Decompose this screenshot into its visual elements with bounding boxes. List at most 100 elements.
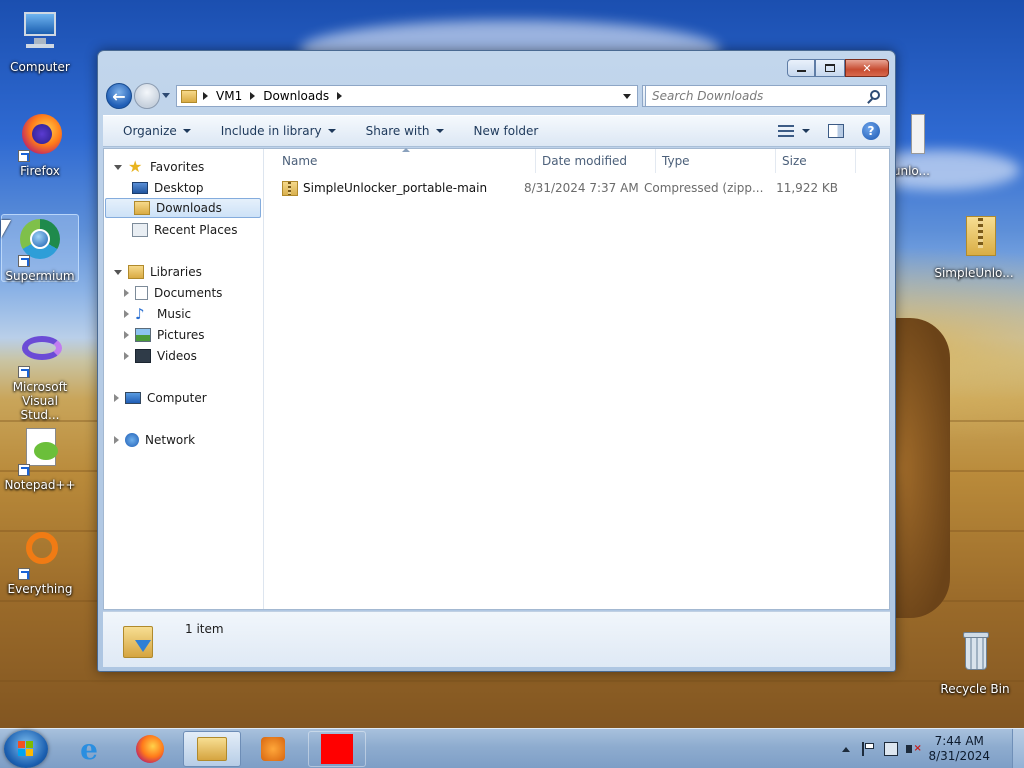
- clock[interactable]: 7:44 AM 8/31/2024: [928, 734, 990, 764]
- expand-arrow-icon[interactable]: [124, 352, 129, 360]
- desktop-icon-firefox[interactable]: Firefox: [1, 112, 79, 178]
- expand-arrow-icon[interactable]: [114, 269, 122, 275]
- expand-arrow-icon[interactable]: [114, 164, 122, 170]
- red-square-icon: [321, 734, 353, 764]
- new-folder-button[interactable]: New folder: [474, 124, 539, 138]
- desktop-icon-computer[interactable]: Computer: [1, 8, 79, 74]
- address-dropdown[interactable]: [623, 94, 631, 99]
- back-arrow-icon: ←: [112, 86, 126, 106]
- clock-date: 8/31/2024: [928, 749, 990, 763]
- back-button[interactable]: ←: [106, 83, 132, 109]
- computer-icon: [125, 392, 141, 404]
- column-date-modified[interactable]: Date modified: [536, 149, 656, 173]
- nav-recent-places[interactable]: Recent Places: [104, 220, 262, 240]
- file-type: Compressed (zipp...: [644, 181, 764, 195]
- close-button[interactable]: ✕: [845, 59, 889, 77]
- search-input[interactable]: Search Downloads: [645, 85, 887, 107]
- nav-videos[interactable]: Videos: [104, 346, 262, 366]
- nav-music[interactable]: ♪ Music: [104, 304, 262, 324]
- file-list[interactable]: Name Date modified Type Size SimpleUnloc…: [264, 148, 889, 609]
- desktop-icon-simpleunlocker[interactable]: SimpleUnlo...: [934, 214, 1014, 280]
- desktop-icon-supermium[interactable]: Supermium: [1, 214, 79, 283]
- nav-pictures[interactable]: Pictures: [104, 325, 262, 345]
- desktop-icon-label: Microsoft Visual Stud...: [12, 380, 68, 422]
- desktop-icon-visual-studio[interactable]: Microsoft Visual Stud...: [1, 328, 79, 422]
- view-dropdown[interactable]: [802, 129, 810, 133]
- search-icon[interactable]: [870, 90, 880, 100]
- address-bar[interactable]: VM1 Downloads: [176, 85, 638, 107]
- desktop-icon-notepadpp[interactable]: Notepad++: [1, 426, 79, 492]
- nav-documents[interactable]: Documents: [104, 283, 262, 303]
- preview-pane-icon[interactable]: [828, 124, 844, 138]
- taskbar-internet-explorer[interactable]: e: [60, 731, 118, 767]
- recent-pages-dropdown[interactable]: [162, 93, 170, 98]
- start-button[interactable]: [4, 730, 48, 768]
- column-size[interactable]: Size: [776, 149, 856, 173]
- breadcrumb-vm1[interactable]: VM1: [216, 89, 256, 103]
- change-view-button[interactable]: [778, 125, 810, 137]
- expand-arrow-icon[interactable]: [114, 394, 119, 402]
- column-label: Type: [662, 154, 690, 168]
- nav-desktop[interactable]: Desktop: [104, 178, 262, 198]
- nav-favorites[interactable]: ★ Favorites: [104, 157, 262, 177]
- expand-arrow-icon[interactable]: [124, 310, 129, 318]
- breadcrumb-label: VM1: [216, 89, 243, 103]
- desktop-icon: [132, 182, 148, 194]
- volume-muted-icon[interactable]: ×: [906, 742, 922, 756]
- view-controls: ?: [778, 122, 880, 140]
- share-with-button[interactable]: Share with: [366, 124, 444, 138]
- include-in-library-button[interactable]: Include in library: [221, 124, 336, 138]
- organize-button[interactable]: Organize: [123, 124, 191, 138]
- action-center-flag-icon[interactable]: [862, 742, 876, 756]
- search-placeholder: Search Downloads: [652, 89, 764, 103]
- nav-label: Favorites: [150, 160, 205, 174]
- column-name[interactable]: Name: [264, 148, 536, 173]
- desktop-icon-label: SimpleUnlo...: [934, 266, 1014, 280]
- breadcrumb-separator-icon[interactable]: [250, 92, 256, 100]
- mouse-cursor: [1, 220, 11, 238]
- taskbar-explorer[interactable]: [183, 731, 241, 767]
- expand-arrow-icon[interactable]: [124, 289, 129, 297]
- show-desktop-button[interactable]: [1012, 729, 1024, 768]
- explorer-window[interactable]: ✕ ← VM1 Downloads ⇆ Search Downloads Org…: [97, 50, 896, 672]
- nav-libraries[interactable]: Libraries: [104, 262, 262, 282]
- breadcrumb-downloads[interactable]: Downloads: [263, 89, 343, 103]
- minimize-icon: [796, 70, 806, 72]
- nav-computer[interactable]: Computer: [104, 388, 262, 408]
- file-name-cell: SimpleUnlocker_portable-main: [264, 180, 524, 196]
- breadcrumb-separator-icon[interactable]: [337, 92, 343, 100]
- network-icon[interactable]: [884, 742, 899, 756]
- taskbar-firefox[interactable]: [121, 731, 179, 767]
- maximize-button[interactable]: [815, 59, 845, 77]
- nav-label: Computer: [147, 391, 207, 405]
- expand-arrow-icon[interactable]: [124, 331, 129, 339]
- navigation-pane[interactable]: ★ Favorites Desktop Downloads Recent Pla…: [104, 149, 264, 609]
- recycle-bin-icon: [951, 630, 999, 678]
- show-hidden-icons-icon[interactable]: [842, 746, 851, 752]
- taskbar: e × 7:44 AM 8/31/2024: [0, 728, 1024, 768]
- chevron-down-icon: [435, 129, 444, 133]
- minimize-button[interactable]: [787, 59, 815, 77]
- desktop-icon-everything[interactable]: Everything: [1, 530, 79, 596]
- nav-label: Downloads: [156, 201, 222, 215]
- expand-arrow-icon[interactable]: [114, 436, 119, 444]
- notepadpp-icon: [16, 426, 64, 476]
- help-icon[interactable]: ?: [862, 122, 880, 140]
- desktop-icon-recycle-bin[interactable]: Recycle Bin: [936, 630, 1014, 696]
- taskbar-media-player[interactable]: [244, 731, 302, 767]
- pictures-icon: [135, 328, 151, 342]
- file-row[interactable]: SimpleUnlocker_portable-main 8/31/2024 7…: [264, 177, 889, 199]
- column-type[interactable]: Type: [656, 149, 776, 173]
- nav-network[interactable]: Network: [104, 430, 262, 450]
- nav-downloads[interactable]: Downloads: [105, 198, 261, 218]
- forward-button[interactable]: [134, 83, 160, 109]
- nav-label: Desktop: [154, 181, 204, 195]
- breadcrumb-separator-icon[interactable]: [203, 92, 208, 100]
- taskbar-red-app[interactable]: [308, 731, 366, 767]
- nav-label: Videos: [157, 349, 197, 363]
- close-icon: ✕: [862, 61, 872, 75]
- star-icon: ★: [128, 157, 143, 176]
- nav-label: Libraries: [150, 265, 202, 279]
- column-headers: Name Date modified Type Size: [264, 148, 889, 173]
- folder-icon: [197, 737, 227, 761]
